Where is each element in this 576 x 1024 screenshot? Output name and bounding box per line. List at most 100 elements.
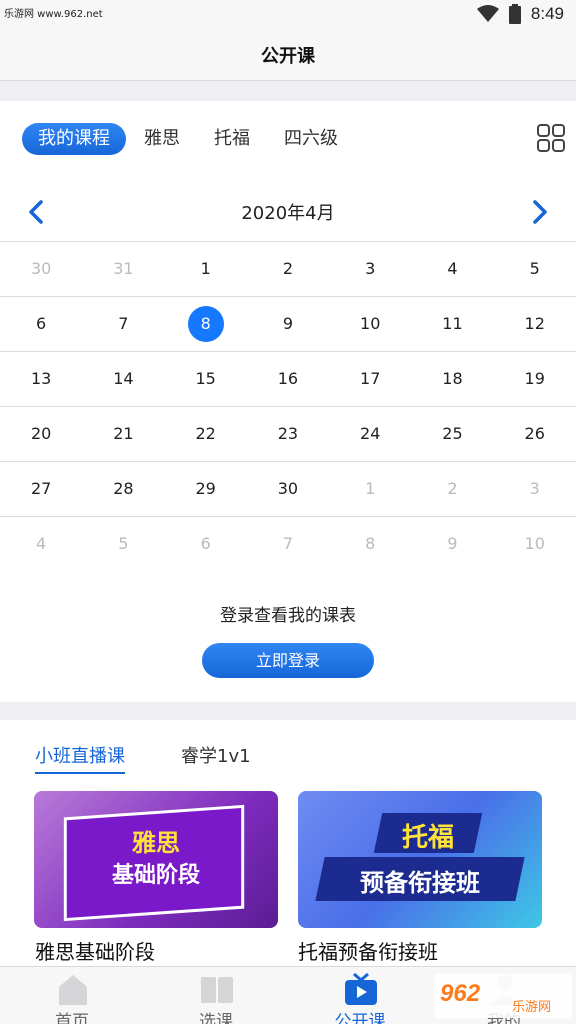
calendar-day-number: 9 <box>447 534 458 553</box>
calendar-day[interactable]: 13 <box>0 352 82 406</box>
status-bar: 乐游网 www.962.net 8:49 <box>0 0 576 28</box>
calendar-day[interactable]: 16 <box>247 352 329 406</box>
tab-cet[interactable]: 四六级 <box>284 123 338 155</box>
banner-subtitle: 基础阶段 <box>111 863 200 888</box>
calendar-day-number: 8 <box>365 534 376 553</box>
watermark-logo-text: 962 <box>440 980 481 1007</box>
calendar-day-number: 2 <box>447 479 458 498</box>
book-icon <box>201 977 233 1003</box>
calendar-day-number: 7 <box>282 534 294 553</box>
banner-title: 雅思 <box>132 829 180 857</box>
calendar-day-number: 4 <box>36 534 47 553</box>
calendar-day-number: 17 <box>360 369 381 388</box>
calendar-week: 30 31 1 2 3 4 5 <box>0 241 576 296</box>
calendar-day[interactable]: 28 <box>82 462 164 516</box>
calendar-day-number: 22 <box>195 424 216 443</box>
grid-menu-icon[interactable] <box>536 123 566 153</box>
calendar-day[interactable]: 4 <box>0 517 82 571</box>
calendar-month: 2020年4月 <box>241 203 335 224</box>
calendar-day[interactable]: 17 <box>329 352 411 406</box>
tabbar-home[interactable]: 首页 <box>0 967 144 1024</box>
calendar-day[interactable]: 10 <box>329 297 411 351</box>
calendar-day[interactable]: 2 <box>411 462 493 516</box>
calendar-day-number: 29 <box>195 479 216 498</box>
calendar-day[interactable]: 20 <box>0 407 82 461</box>
tab-ielts[interactable]: 雅思 <box>144 123 180 155</box>
calendar-day[interactable]: 10 <box>494 517 576 571</box>
calendar-week: 6 7 8 9 10 11 12 <box>0 296 576 351</box>
calendar-day-number: 27 <box>30 479 52 498</box>
calendar-day[interactable]: 7 <box>247 517 329 571</box>
calendar-day[interactable]: 12 <box>494 297 576 351</box>
calendar-day-number: 20 <box>30 424 52 443</box>
calendar-day[interactable]: 7 <box>82 297 164 351</box>
calendar-day[interactable]: 25 <box>411 407 493 461</box>
home-icon <box>59 975 87 1005</box>
calendar-day-number: 14 <box>113 369 134 388</box>
status-time: 8:49 <box>530 4 564 23</box>
calendar-day[interactable]: 31 <box>82 242 164 296</box>
calendar-day[interactable]: 21 <box>82 407 164 461</box>
calendar-day-number: 11 <box>442 314 463 333</box>
calendar-day[interactable]: 30 <box>247 462 329 516</box>
watermark-logo: 962 乐游网 <box>434 974 572 1018</box>
calendar-day[interactable]: 18 <box>411 352 493 406</box>
calendar-day[interactable]: 22 <box>165 407 247 461</box>
calendar-day-number: 30 <box>30 259 52 278</box>
calendar-day-number: 3 <box>529 479 540 498</box>
calendar-day-number: 28 <box>113 479 134 498</box>
calendar-day[interactable]: 3 <box>494 462 576 516</box>
tab-my-courses[interactable]: 我的课程 <box>22 123 126 155</box>
calendar-day-number: 10 <box>524 534 545 553</box>
calendar-day[interactable]: 8 <box>329 517 411 571</box>
calendar-day[interactable]: 27 <box>0 462 82 516</box>
chevron-right-icon[interactable] <box>530 199 550 225</box>
calendar-day[interactable]: 1 <box>165 242 247 296</box>
tab-toefl[interactable]: 托福 <box>214 123 250 155</box>
calendar-day-number: 6 <box>36 314 47 333</box>
tabbar-courses[interactable]: 选课 <box>144 967 288 1024</box>
calendar-day[interactable]: 1 <box>329 462 411 516</box>
calendar-day[interactable]: 5 <box>494 242 576 296</box>
course-name[interactable]: 托福预备衔接班 <box>298 936 438 965</box>
login-hint: 登录查看我的课表 <box>220 606 356 626</box>
calendar-day[interactable]: 24 <box>329 407 411 461</box>
calendar-day[interactable]: 29 <box>165 462 247 516</box>
calendar-day[interactable]: 15 <box>165 352 247 406</box>
calendar-day-number: 23 <box>277 424 299 443</box>
calendar-day[interactable]: 2 <box>247 242 329 296</box>
calendar-day-number: 13 <box>30 369 52 388</box>
calendar-day-number: 18 <box>442 369 463 388</box>
status-indicators: 8:49 <box>476 4 564 24</box>
login-button[interactable]: 立即登录 <box>202 643 374 678</box>
calendar-day-selected[interactable]: 8 <box>165 297 247 351</box>
calendar-day[interactable]: 26 <box>494 407 576 461</box>
calendar-day[interactable]: 30 <box>0 242 82 296</box>
calendar-day[interactable]: 11 <box>411 297 493 351</box>
calendar-day[interactable]: 9 <box>247 297 329 351</box>
tabbar-open-class[interactable]: 公开课 <box>288 967 432 1024</box>
calendar-day[interactable]: 6 <box>165 517 247 571</box>
calendar-day[interactable]: 4 <box>411 242 493 296</box>
calendar-day[interactable]: 3 <box>329 242 411 296</box>
tab-1v1[interactable]: 睿学1v1 <box>181 742 251 774</box>
calendar-day[interactable]: 14 <box>82 352 164 406</box>
calendar-day-number: 19 <box>524 369 545 388</box>
calendar-day-number: 5 <box>529 259 540 278</box>
calendar-day[interactable]: 5 <box>82 517 164 571</box>
course-name[interactable]: 雅思基础阶段 <box>35 936 155 965</box>
calendar-day[interactable]: 19 <box>494 352 576 406</box>
calendar-day-number: 12 <box>524 314 545 333</box>
course-banner-ielts[interactable]: 雅思 基础阶段 <box>34 791 278 928</box>
course-banner-toefl[interactable]: 托福 预备衔接班 <box>298 791 542 928</box>
calendar-day-number: 25 <box>442 424 463 443</box>
calendar-day[interactable]: 9 <box>411 517 493 571</box>
calendar-grid: 30 31 1 2 3 4 5 6 7 8 9 10 11 12 13 14 15 16 17 18 19 20 21 22 2… <box>0 241 576 571</box>
calendar-day[interactable]: 6 <box>0 297 82 351</box>
banner-title: 托福 <box>401 823 454 853</box>
calendar-day-number: 4 <box>447 259 458 278</box>
calendar-day-number: 24 <box>360 424 381 443</box>
tab-small-class-live[interactable]: 小班直播课 <box>35 742 125 774</box>
calendar-day[interactable]: 23 <box>247 407 329 461</box>
calendar-day-number: 2 <box>282 259 294 278</box>
